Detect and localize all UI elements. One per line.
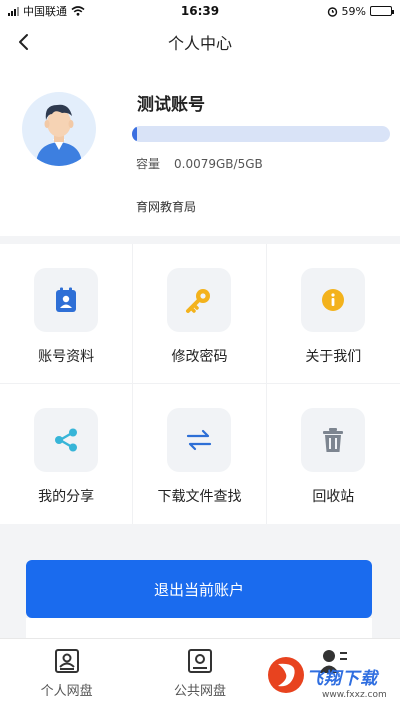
- id-card-icon: [56, 287, 77, 312]
- menu-item-label: 账号资料: [38, 349, 95, 365]
- status-time: 16:39: [180, 4, 220, 18]
- organization-name: 育网教育局: [136, 200, 197, 214]
- chevron-left-icon: [19, 34, 28, 50]
- key-icon: [186, 289, 211, 313]
- watermark-logo: 飞翔下载 www.fxxz.com: [264, 640, 400, 711]
- page-title: 个人中心: [167, 34, 232, 53]
- share-icon: [55, 428, 78, 452]
- tab-label: 个人网盘: [40, 684, 93, 699]
- capacity-value: 0.0079GB/5GB: [174, 157, 263, 171]
- signal-strength-icon: [8, 6, 19, 16]
- alarm-icon: [327, 6, 337, 17]
- tab-personal-drive[interactable]: 个人网盘: [0, 639, 133, 711]
- logout-button[interactable]: 退出当前账户: [26, 560, 372, 618]
- capacity-label: 容量: [136, 157, 161, 171]
- watermark-text: 飞翔下载: [306, 669, 378, 689]
- watermark-swirl-icon: [268, 657, 304, 693]
- trash-icon: [323, 428, 344, 452]
- menu-item-label: 回收站: [312, 489, 355, 505]
- storage-progress-bar: [132, 126, 390, 142]
- person-avatar-icon: [36, 104, 82, 166]
- menu-item-label: 我的分享: [38, 489, 95, 505]
- public-drive-icon: [187, 649, 212, 673]
- nav-bar: 个人中心: [0, 22, 400, 62]
- menu-item-account-info[interactable]: 账号资料: [0, 244, 134, 384]
- back-button[interactable]: [10, 28, 38, 56]
- menu-item-download-file-search[interactable]: 下载文件查找: [133, 384, 267, 524]
- menu-item-my-shares[interactable]: 我的分享: [0, 384, 134, 524]
- wifi-icon: [71, 6, 85, 16]
- battery-percent: 59%: [341, 4, 366, 18]
- menu-item-label: 修改密码: [171, 349, 228, 365]
- menu-grid: 账号资料 修改密码 关于我们 我的分享 下载文件查找 回收站: [0, 244, 400, 524]
- status-bar: 中国联通 16:39 59%: [0, 0, 400, 22]
- menu-item-change-password[interactable]: 修改密码: [133, 244, 267, 384]
- storage-capacity: 容量 0.0079GB/5GB: [136, 155, 263, 172]
- username: 测试账号: [137, 95, 205, 115]
- menu-item-about-us[interactable]: 关于我们: [266, 244, 400, 384]
- swap-arrows-icon: [187, 429, 212, 451]
- menu-item-label: 下载文件查找: [157, 489, 242, 505]
- personal-drive-icon: [54, 649, 79, 673]
- avatar[interactable]: [22, 92, 96, 166]
- tab-label: 公共网盘: [173, 684, 226, 699]
- info-icon: [322, 289, 345, 311]
- carrier-name: 中国联通: [23, 5, 67, 18]
- profile-card: 测试账号 容量 0.0079GB/5GB 育网教育局: [0, 62, 400, 236]
- tab-public-drive[interactable]: 公共网盘: [133, 639, 266, 711]
- menu-item-label: 关于我们: [305, 349, 362, 365]
- watermark-url: www.fxxz.com: [322, 690, 387, 700]
- battery-icon: [370, 6, 394, 16]
- menu-item-recycle-bin[interactable]: 回收站: [267, 384, 400, 524]
- storage-progress-fill: [132, 126, 137, 142]
- logout-shadow-panel: [26, 618, 372, 640]
